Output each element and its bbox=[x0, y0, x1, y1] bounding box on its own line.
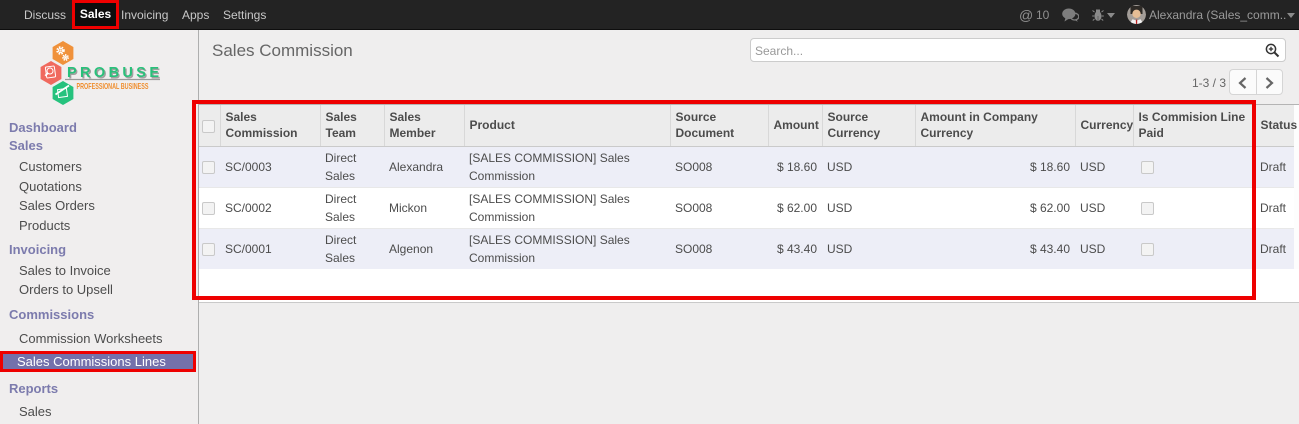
svg-text:PROBUSE: PROBUSE bbox=[67, 65, 159, 81]
svg-text:PROFESSIONAL BUSINESS: PROFESSIONAL BUSINESS bbox=[77, 81, 149, 91]
